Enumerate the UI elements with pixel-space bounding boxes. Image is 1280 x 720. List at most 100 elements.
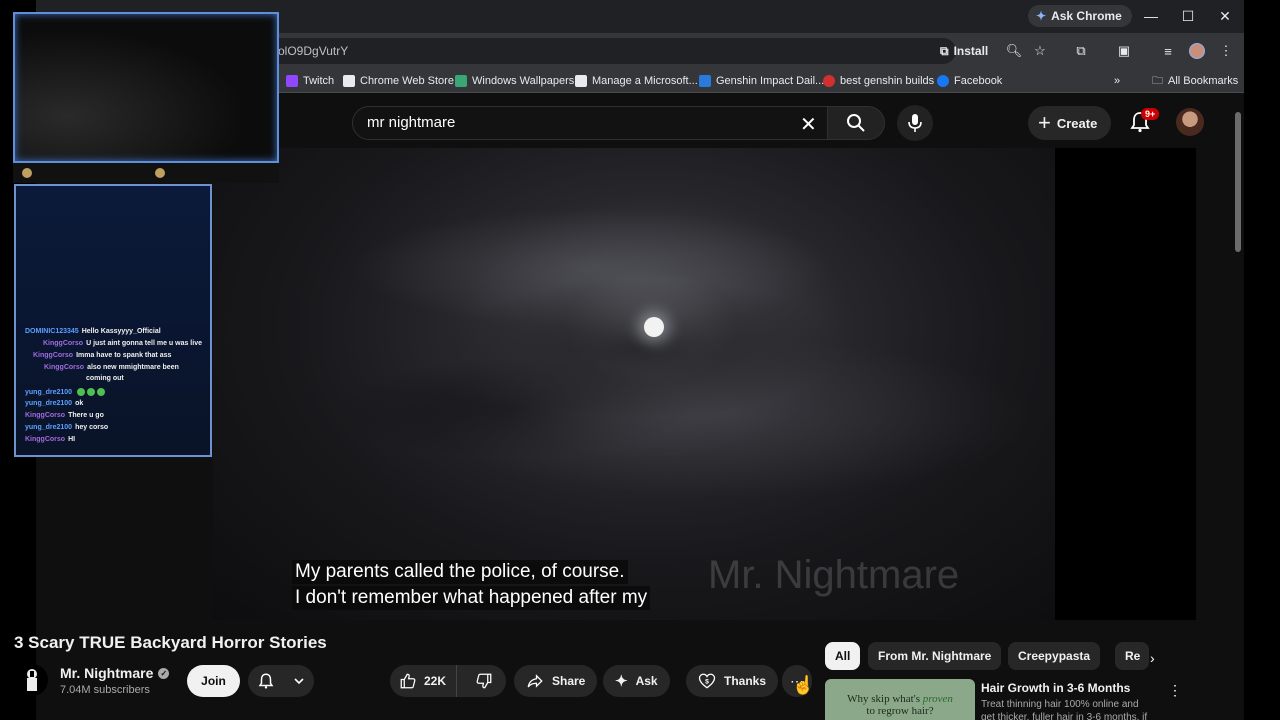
more-bookmarks-icon[interactable]: » xyxy=(1114,73,1120,89)
plus-icon: + xyxy=(1038,110,1051,135)
reading-mode-icon[interactable]: ▣ xyxy=(1114,41,1134,61)
folder-icon: 🗀 xyxy=(1152,74,1163,87)
chrome-web-store-icon xyxy=(343,75,355,87)
microsoft-icon xyxy=(575,75,587,87)
channel-name-text: Mr. Nightmare xyxy=(60,665,154,681)
bookmark-label: Twitch xyxy=(303,75,335,87)
page-scrollbar[interactable] xyxy=(1232,94,1244,720)
profile-icon[interactable] xyxy=(1187,41,1207,61)
ask-chrome-label: Ask Chrome xyxy=(1051,9,1122,23)
chat-username: yung_dre2100 xyxy=(25,388,73,396)
subscription-notifications-button[interactable] xyxy=(248,665,314,697)
ad-title[interactable]: Hair Growth in 3-6 Months xyxy=(981,681,1130,695)
emote-icon xyxy=(96,388,105,396)
dislike-button[interactable] xyxy=(465,665,503,697)
caption-line: My parents called the police, of course. xyxy=(292,560,628,584)
extensions-icon[interactable]: ⧉ xyxy=(1071,41,1091,61)
zoom-icon[interactable]: 🔍︎ xyxy=(1004,41,1024,61)
overlay-ornament-icon xyxy=(155,168,165,178)
genshin-icon xyxy=(699,75,711,87)
bookmark-genshin-builds[interactable]: best genshin builds xyxy=(823,73,934,89)
share-button[interactable]: Share xyxy=(514,665,598,697)
mouse-cursor-icon: ☝ xyxy=(792,675,815,695)
sparkle-icon: ✦ xyxy=(615,673,628,690)
ask-chrome-button[interactable]: ✦ Ask Chrome xyxy=(1028,5,1132,27)
bookmark-genshin-daily[interactable]: Genshin Impact Dail... xyxy=(699,73,824,89)
video-title: 3 Scary TRUE Backyard Horror Stories xyxy=(14,633,327,652)
account-avatar[interactable] xyxy=(1176,108,1204,136)
ask-button[interactable]: ✦ Ask xyxy=(603,665,670,697)
ad-thumbnail[interactable]: Why skip what's proven to regrow hair? xyxy=(825,679,975,720)
join-button[interactable]: Join xyxy=(187,665,240,697)
minimize-icon[interactable]: — xyxy=(1137,4,1165,28)
chat-text: Imma have to spank that ass xyxy=(76,352,172,359)
chat-message: KinggCorso HI xyxy=(25,436,75,443)
create-button[interactable]: + Create xyxy=(1028,106,1112,140)
video-player[interactable]: Mr. Nightmare My parents called the poli… xyxy=(213,148,1055,620)
thumbs-down-icon xyxy=(476,673,492,689)
overlay-ornament-icon xyxy=(22,168,32,178)
thanks-label: Thanks xyxy=(724,674,767,688)
chat-message: yung_dre2100 hey corso xyxy=(25,424,108,431)
notification-badge: 9+ xyxy=(1141,108,1160,120)
thanks-heart-icon: $ xyxy=(698,673,716,689)
chat-message: KinggCorso There u go xyxy=(25,412,104,419)
chat-text: There u go xyxy=(68,412,104,419)
chat-message-continuation: coming out xyxy=(86,375,124,382)
bookmark-star-icon[interactable]: ☆ xyxy=(1030,41,1050,61)
channel-name[interactable]: Mr. Nightmare ✓ xyxy=(60,665,170,681)
search-button[interactable] xyxy=(827,106,885,140)
chat-username: yung_dre2100 xyxy=(25,424,73,431)
bookmark-facebook[interactable]: Facebook xyxy=(937,73,1002,89)
bookmark-chrome-web-store[interactable]: Chrome Web Store xyxy=(343,73,454,89)
bookmark-windows-wallpapers[interactable]: Windows Wallpapers xyxy=(455,73,574,89)
chat-text: ok xyxy=(75,400,84,407)
ad-menu-icon[interactable]: ⋮ xyxy=(1168,682,1182,699)
ad-thumb-text: to regrow hair? xyxy=(866,705,934,717)
overlay-strip xyxy=(13,163,279,183)
ad-thumb-text: Why skip what's xyxy=(847,693,920,705)
address-bar[interactable]: olO9DgVutrY xyxy=(186,38,956,64)
video-frame-clouds xyxy=(213,148,1055,620)
chat-text: hey corso xyxy=(75,424,109,431)
chevron-down-icon xyxy=(294,678,304,685)
close-window-icon[interactable]: ✕ xyxy=(1211,4,1239,28)
bookmark-label: Facebook xyxy=(954,75,1003,87)
maximize-icon[interactable]: ☐ xyxy=(1174,4,1202,28)
chat-text: coming out xyxy=(86,375,124,382)
voice-search-button[interactable] xyxy=(897,105,933,141)
chat-message: DOMINIC123345 Hello Kassyyyy_Official xyxy=(25,328,161,335)
chip-all[interactable]: All xyxy=(825,642,861,670)
facebook-icon xyxy=(937,75,949,87)
bookmark-twitch[interactable]: Twitch xyxy=(286,73,334,89)
channel-avatar[interactable] xyxy=(16,664,48,696)
side-panel xyxy=(1055,148,1196,620)
media-control-icon[interactable]: ≡ xyxy=(1158,41,1178,61)
install-button[interactable]: ⧉ Install xyxy=(940,39,988,63)
all-bookmarks[interactable]: 🗀 All Bookmarks xyxy=(1152,73,1238,89)
chat-username: KinggCorso xyxy=(43,340,84,347)
sparkle-icon: ✦ xyxy=(1036,9,1047,23)
search-input[interactable]: mr nightmare xyxy=(352,106,828,140)
chip-creepypasta[interactable]: Creepypasta xyxy=(1008,642,1101,670)
microphone-icon xyxy=(908,114,922,132)
chat-text: Hello Kassyyyy_Official xyxy=(81,328,161,335)
clear-search-icon[interactable]: ✕ xyxy=(800,112,817,137)
chat-username: KinggCorso xyxy=(33,352,74,359)
ad-description: Treat thinning hair 100% online and get … xyxy=(981,699,1148,720)
chip-related[interactable]: Re xyxy=(1115,642,1149,670)
chip-from-channel[interactable]: From Mr. Nightmare xyxy=(868,642,1002,670)
bookmark-label: Windows Wallpapers xyxy=(472,75,575,87)
like-button[interactable]: 22K xyxy=(390,665,458,697)
emote-icon xyxy=(87,388,95,396)
chevron-right-icon[interactable]: › xyxy=(1150,650,1155,666)
scrollbar-thumb[interactable] xyxy=(1235,112,1241,252)
chat-message: KinggCorso also new mmightmare been xyxy=(44,364,179,371)
bookmark-manage-microsoft[interactable]: Manage a Microsoft... xyxy=(575,73,698,89)
verified-check-icon: ✓ xyxy=(158,667,170,679)
like-dislike-group: 22K xyxy=(390,665,506,697)
chrome-menu-icon[interactable]: ⋮ xyxy=(1216,41,1236,61)
create-label: Create xyxy=(1056,115,1098,131)
thanks-button[interactable]: $ Thanks xyxy=(686,665,779,697)
chat-message: KinggCorso Imma have to spank that ass xyxy=(33,352,171,359)
